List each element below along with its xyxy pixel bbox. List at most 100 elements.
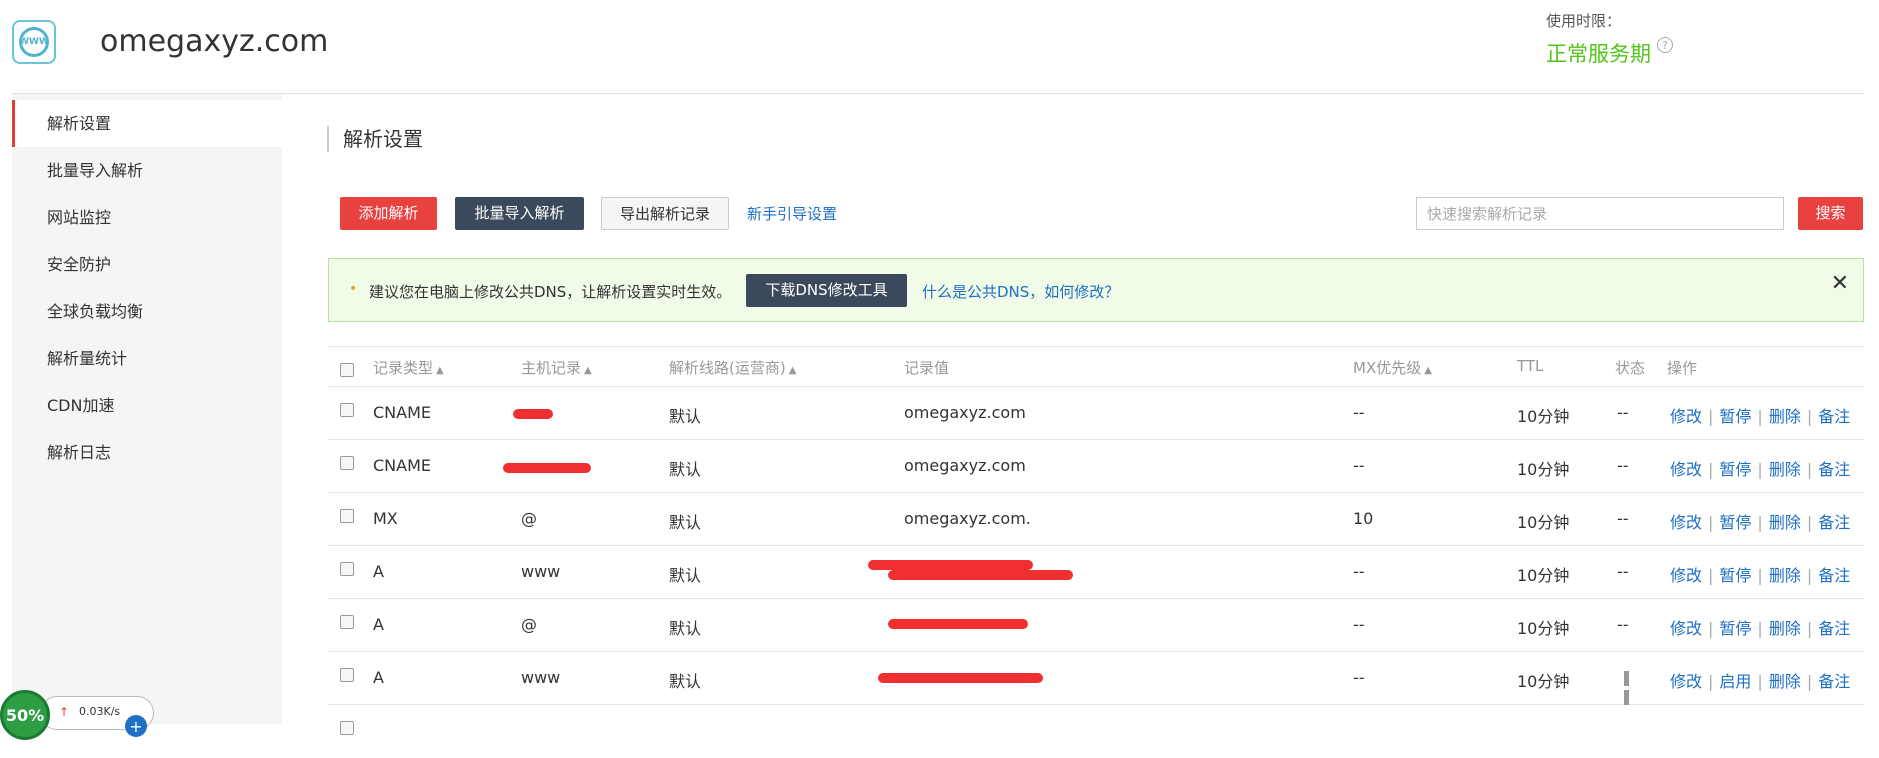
record-line: 默认 — [669, 672, 702, 691]
speed-panel: ↑ 0.03K/s + — [40, 696, 154, 737]
edit-link[interactable]: 修改 — [1670, 460, 1702, 479]
record-mx: -- — [1353, 668, 1365, 687]
sidebar-item-batch-import[interactable]: 批量导入解析 — [12, 147, 282, 194]
note-link[interactable]: 备注 — [1818, 407, 1850, 426]
record-ttl: 10分钟 — [1517, 407, 1570, 426]
service-period-label: 使用时限： — [1546, 12, 1622, 30]
select-all-checkbox[interactable] — [340, 363, 354, 377]
add-record-button[interactable]: 添加解析 — [340, 197, 437, 230]
delete-link[interactable]: 删除 — [1769, 672, 1801, 691]
page-title: 解析设置 — [327, 126, 423, 152]
col-line[interactable]: 解析线路(运营商) ▲ — [669, 357, 796, 378]
redaction-mark — [868, 560, 1033, 570]
record-status: -- — [1617, 456, 1629, 475]
edit-link[interactable]: 修改 — [1670, 513, 1702, 532]
enable-link[interactable]: 启用 — [1719, 672, 1751, 691]
record-mx: -- — [1353, 403, 1365, 422]
search-button[interactable]: 搜索 — [1798, 197, 1863, 230]
row-checkbox[interactable] — [340, 615, 354, 629]
bullet-icon: • — [349, 281, 358, 297]
col-type[interactable]: 记录类型 ▲ — [373, 357, 444, 378]
record-type: CNAME — [373, 403, 431, 422]
sort-up-icon: ▲ — [788, 365, 797, 376]
redaction-mark — [513, 409, 553, 419]
record-value: omegaxyz.com. — [904, 509, 1031, 528]
col-status: 状态 — [1615, 359, 1646, 377]
row-checkbox[interactable] — [340, 562, 354, 576]
col-line-label: 解析线路(运营商) — [669, 359, 786, 377]
delete-link[interactable]: 删除 — [1769, 513, 1801, 532]
memory-percent-badge[interactable]: 50% — [0, 690, 50, 740]
pause-link[interactable]: 暂停 — [1719, 460, 1751, 479]
record-status: -- — [1617, 509, 1629, 528]
delete-link[interactable]: 删除 — [1769, 407, 1801, 426]
pause-link[interactable]: 暂停 — [1719, 566, 1751, 585]
pause-link[interactable]: 暂停 — [1719, 513, 1751, 532]
speed-readout: 0.03K/s — [79, 705, 121, 718]
pause-link[interactable]: 暂停 — [1719, 407, 1751, 426]
sort-up-icon: ▲ — [436, 365, 444, 376]
search-input[interactable] — [1416, 197, 1784, 230]
table-row: A www 默认 -- 10分钟 -- 修改 | 暂停 | 删除 | 备注 — [328, 546, 1864, 599]
domain-title: omegaxyz.com — [100, 24, 329, 59]
record-value: omegaxyz.com — [904, 403, 1026, 422]
pause-link[interactable]: 暂停 — [1719, 619, 1751, 638]
row-checkbox[interactable] — [340, 721, 354, 735]
row-actions: 修改 | 暂停 | 删除 | 备注 — [1670, 566, 1851, 585]
row-checkbox[interactable] — [340, 456, 354, 470]
edit-link[interactable]: 修改 — [1670, 566, 1702, 585]
sidebar-item-stats[interactable]: 解析量统计 — [12, 335, 282, 382]
note-link[interactable]: 备注 — [1818, 566, 1850, 585]
site-logo: WWW — [12, 20, 56, 64]
row-actions: 修改 | 启用 | 删除 | 备注 — [1670, 672, 1851, 691]
record-status: -- — [1617, 562, 1629, 581]
edit-link[interactable]: 修改 — [1670, 672, 1702, 691]
public-dns-help-link[interactable]: 什么是公共DNS，如何修改？ — [922, 281, 1119, 302]
record-mx: 10 — [1353, 509, 1374, 528]
download-dns-tool-button[interactable]: 下载DNS修改工具 — [746, 274, 907, 307]
col-host[interactable]: 主机记录 ▲ — [521, 357, 592, 378]
record-line: 默认 — [669, 460, 702, 479]
row-checkbox[interactable] — [340, 509, 354, 523]
delete-link[interactable]: 删除 — [1769, 460, 1801, 479]
network-speed-widget[interactable]: ↑ 0.03K/s + 50% — [0, 690, 156, 740]
export-records-button[interactable]: 导出解析记录 — [601, 197, 729, 230]
plus-icon[interactable]: + — [125, 715, 147, 737]
col-host-label: 主机记录 — [521, 359, 582, 377]
record-type: A — [373, 562, 384, 581]
row-checkbox[interactable] — [340, 668, 354, 682]
note-link[interactable]: 备注 — [1818, 513, 1850, 532]
row-checkbox[interactable] — [340, 403, 354, 417]
sidebar-item-dns-settings[interactable]: 解析设置 — [12, 100, 282, 147]
sidebar-item-logs[interactable]: 解析日志 — [12, 429, 282, 476]
record-host: www — [521, 562, 561, 581]
close-icon[interactable]: ✕ — [1831, 271, 1849, 296]
record-type: MX — [373, 509, 398, 528]
table-row: A www 默认 -- 10分钟 修改 | 启用 | 删除 | 备注 — [328, 652, 1864, 705]
note-link[interactable]: 备注 — [1818, 460, 1850, 479]
col-ttl: TTL — [1517, 357, 1544, 375]
globe-icon: WWW — [19, 27, 49, 57]
col-mx[interactable]: MX优先级 ▲ — [1353, 357, 1432, 378]
note-link[interactable]: 备注 — [1818, 672, 1850, 691]
record-ttl: 10分钟 — [1517, 460, 1570, 479]
note-link[interactable]: 备注 — [1818, 619, 1850, 638]
guide-settings-link[interactable]: 新手引导设置 — [747, 203, 837, 224]
edit-link[interactable]: 修改 — [1670, 619, 1702, 638]
record-line: 默认 — [669, 407, 702, 426]
sidebar-item-cdn[interactable]: CDN加速 — [12, 382, 282, 429]
sidebar-item-site-monitor[interactable]: 网站监控 — [12, 194, 282, 241]
sort-up-icon: ▲ — [584, 365, 592, 376]
delete-link[interactable]: 删除 — [1769, 566, 1801, 585]
sidebar-item-load-balance[interactable]: 全球负载均衡 — [12, 288, 282, 335]
edit-link[interactable]: 修改 — [1670, 407, 1702, 426]
batch-import-button[interactable]: 批量导入解析 — [455, 197, 584, 230]
sidebar: 解析设置 批量导入解析 网站监控 安全防护 全球负载均衡 解析量统计 CDN加速… — [12, 94, 282, 724]
sidebar-item-security[interactable]: 安全防护 — [12, 241, 282, 288]
sort-up-icon: ▲ — [1424, 365, 1432, 376]
record-line: 默认 — [669, 619, 702, 638]
delete-link[interactable]: 删除 — [1769, 619, 1801, 638]
col-value: 记录值 — [904, 359, 950, 377]
record-line: 默认 — [669, 513, 702, 532]
help-icon[interactable]: ? — [1657, 37, 1673, 53]
